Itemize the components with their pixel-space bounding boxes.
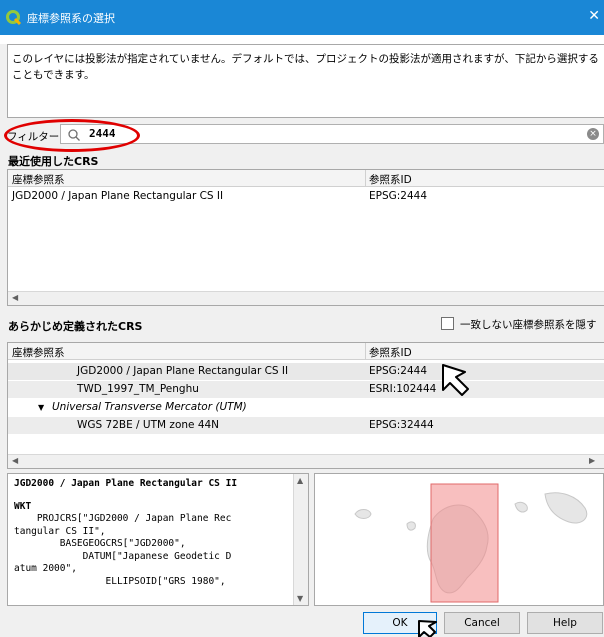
- crs-name: JGD2000 / Japan Plane Rectangular CS II: [77, 365, 289, 377]
- table-row[interactable]: WGS 72BE / UTM zone 44N EPSG:32444: [8, 417, 604, 434]
- wkt-line: atum 2000",: [14, 563, 77, 574]
- wkt-line: ELLIPSOID["GRS 1980",: [14, 575, 226, 587]
- wkt-content: JGD2000 / Japan Plane Rectangular CS II …: [14, 478, 292, 588]
- annotation-cursor-icon: [418, 620, 437, 637]
- wkt-line: tangular CS II",: [14, 525, 106, 537]
- recent-crs-table[interactable]: 座標参照系 参照系ID JGD2000 / Japan Plane Rectan…: [7, 169, 604, 306]
- title-bar: 座標参照系の選択 ✕: [0, 0, 604, 35]
- checkbox-label: 一致しない座標参照系を隠す: [460, 319, 597, 331]
- scroll-left-icon[interactable]: ◀: [12, 293, 18, 302]
- crs-name: JGD2000 / Japan Plane Rectangular CS II: [12, 190, 224, 202]
- annotation-highlight: [4, 119, 140, 152]
- column-header-crs[interactable]: 座標参照系: [12, 172, 65, 187]
- description-text: このレイヤには投影法が指定されていません。デフォルトでは、プロジェクトの投影法が…: [7, 44, 604, 118]
- column-header-id[interactable]: 参照系ID: [369, 345, 412, 360]
- predefined-crs-table[interactable]: 座標参照系 参照系ID JGD2000 / Japan Plane Rectan…: [7, 342, 604, 469]
- table-row-selected[interactable]: JGD2000 / Japan Plane Rectangular CS II …: [8, 363, 604, 380]
- scroll-down-icon[interactable]: ▼: [297, 594, 303, 603]
- vertical-scrollbar[interactable]: ▲ ▼: [293, 474, 308, 605]
- wkt-heading: WKT: [14, 500, 32, 512]
- crs-id: EPSG:2444: [369, 190, 428, 202]
- recent-crs-title: 最近使用したCRS: [8, 155, 99, 168]
- crs-id: ESRI:102444: [369, 383, 437, 395]
- column-header-crs[interactable]: 座標参照系: [12, 345, 65, 360]
- title-separator: [0, 35, 604, 44]
- horizontal-scrollbar[interactable]: ◀ ▶: [8, 454, 604, 468]
- cancel-button[interactable]: Cancel: [444, 612, 520, 634]
- scroll-left-icon[interactable]: ◀: [12, 456, 18, 465]
- window-title: 座標参照系の選択: [27, 12, 115, 25]
- crs-extent-map: [314, 473, 604, 606]
- scroll-up-icon[interactable]: ▲: [297, 476, 303, 485]
- crs-id: EPSG:32444: [369, 419, 434, 431]
- table-row[interactable]: TWD_1997_TM_Penghu ESRI:102444: [8, 381, 604, 398]
- predefined-crs-title: あらかじめ定義されたCRS: [8, 320, 143, 333]
- crs-id: EPSG:2444: [369, 365, 428, 377]
- checkbox-box[interactable]: [441, 317, 454, 330]
- wkt-line: DATUM["Japanese Geodetic D: [14, 550, 232, 562]
- crs-group-name: Universal Transverse Mercator (UTM): [52, 401, 247, 413]
- table-row-group[interactable]: ▼ Universal Transverse Mercator (UTM): [8, 399, 604, 416]
- crs-name: TWD_1997_TM_Penghu: [77, 383, 199, 395]
- scroll-right-icon[interactable]: ▶: [589, 456, 595, 465]
- close-icon[interactable]: ✕: [588, 8, 600, 24]
- crs-name: WGS 72BE / UTM zone 44N: [77, 419, 220, 431]
- wkt-line: PROJCRS["JGD2000 / Japan Plane Rec: [14, 513, 232, 524]
- filter-input[interactable]: 2444 ×: [60, 124, 604, 144]
- table-row[interactable]: JGD2000 / Japan Plane Rectangular CS II …: [8, 188, 604, 205]
- help-button[interactable]: Help: [527, 612, 603, 634]
- column-header-id[interactable]: 参照系ID: [369, 172, 412, 187]
- qgis-logo-icon: [6, 10, 22, 26]
- wkt-crs-name: JGD2000 / Japan Plane Rectangular CS II: [14, 478, 238, 489]
- annotation-cursor-icon: [442, 364, 469, 396]
- table-header: 座標参照系 参照系ID: [8, 170, 604, 187]
- wkt-line: BASEGEOGCRS["JGD2000",: [14, 538, 186, 549]
- wkt-panel[interactable]: JGD2000 / Japan Plane Rectangular CS II …: [7, 473, 309, 606]
- horizontal-scrollbar[interactable]: ◀: [8, 291, 604, 305]
- clear-icon[interactable]: ×: [587, 128, 599, 140]
- map-canvas: [354, 483, 588, 603]
- expand-arrow-icon[interactable]: ▼: [38, 403, 44, 412]
- table-header: 座標参照系 参照系ID: [8, 343, 604, 360]
